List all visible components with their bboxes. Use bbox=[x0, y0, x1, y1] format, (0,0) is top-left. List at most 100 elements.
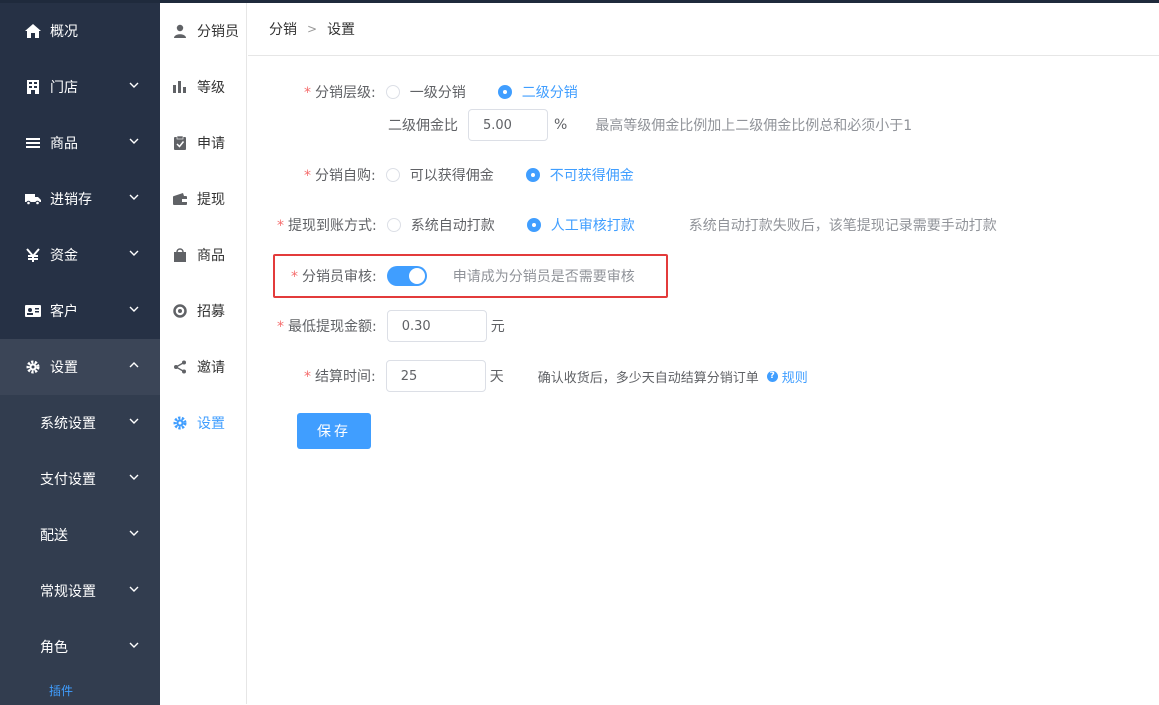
self-purchase-row: * 分销自购: 可以获得佣金 不可获得佣金 bbox=[304, 165, 666, 185]
chevron-down-icon bbox=[129, 138, 139, 144]
review-toggle[interactable] bbox=[386, 266, 427, 286]
withdraw-method-option-1[interactable]: 系统自动打款 bbox=[386, 215, 495, 235]
sidebar-item-label: 资金 bbox=[50, 248, 78, 264]
breadcrumb-parent[interactable]: 分销 bbox=[269, 19, 297, 39]
breadcrumb-separator: > bbox=[307, 22, 318, 36]
min-withdraw-unit: 元 bbox=[490, 319, 505, 335]
sidebar2-item-distributors[interactable]: 分销员 bbox=[160, 3, 246, 59]
settle-time-input[interactable]: 25 bbox=[385, 360, 486, 392]
level-option-1[interactable]: 一级分销 bbox=[385, 82, 466, 102]
truck-icon bbox=[25, 191, 41, 207]
chevron-down-icon bbox=[129, 250, 139, 256]
submenu-item-label: 角色 bbox=[40, 640, 68, 656]
withdraw-method-row: * 提现到账方式: 系统自动打款 人工审核打款 系统自动打款失败后，该笔提现记录需… bbox=[277, 215, 997, 235]
review-hint: 申请成为分销员是否需要审核 bbox=[452, 269, 635, 285]
settle-time-label: * 结算时间: bbox=[304, 369, 376, 385]
submenu-item-roles[interactable]: 角色 bbox=[0, 619, 160, 675]
settings-submenu: 系统设置 支付设置 配送 常规设置 角色 插件 bbox=[0, 395, 160, 705]
settle-time-hint: 确认收货后，多少天自动结算分销订单 bbox=[537, 370, 759, 386]
sidebar-item-label: 进销存 bbox=[50, 192, 92, 208]
settle-time-unit: 天 bbox=[489, 369, 504, 385]
chevron-down-icon bbox=[129, 586, 139, 592]
submenu-item-general-settings[interactable]: 常规设置 bbox=[0, 563, 160, 619]
secondary-sidebar: 分销员 等级 申请 提现 商品 招募 邀请 设置 bbox=[160, 3, 247, 704]
submenu-item-label: 系统设置 bbox=[40, 416, 96, 432]
sidebar-item-funds[interactable]: 资金 bbox=[0, 227, 160, 283]
rules-link[interactable]: 规则 bbox=[782, 367, 808, 386]
radio-dot bbox=[526, 218, 541, 232]
list-icon bbox=[25, 135, 41, 151]
chevron-down-icon bbox=[129, 82, 139, 88]
min-withdraw-input[interactable]: 0.30 bbox=[386, 310, 487, 342]
level-option-2[interactable]: 二级分销 bbox=[497, 82, 578, 102]
sidebar2-item-label: 设置 bbox=[197, 416, 225, 432]
submenu-item-label: 常规设置 bbox=[40, 584, 96, 600]
yen-icon bbox=[25, 247, 41, 263]
min-withdraw-row: * 最低提现金额: 0.30 元 bbox=[277, 310, 505, 342]
min-withdraw-label: * 最低提现金额: bbox=[277, 319, 377, 335]
review-label: * 分销员审核: bbox=[291, 269, 377, 285]
sidebar2-item-label: 分销员 bbox=[197, 24, 239, 40]
sidebar-item-label: 商品 bbox=[50, 136, 78, 152]
submenu-item-payment-settings[interactable]: 支付设置 bbox=[0, 451, 160, 507]
chevron-down-icon bbox=[129, 530, 139, 536]
sidebar-item-customers[interactable]: 客户 bbox=[0, 283, 160, 339]
submenu-item-system-settings[interactable]: 系统设置 bbox=[0, 395, 160, 451]
chevron-down-icon bbox=[129, 194, 139, 200]
gear-icon bbox=[172, 415, 188, 431]
chevron-down-icon bbox=[129, 418, 139, 424]
sidebar2-item-recruit[interactable]: 招募 bbox=[160, 283, 246, 339]
gear-icon bbox=[25, 359, 41, 375]
sidebar2-item-label: 招募 bbox=[197, 304, 225, 320]
wallet-icon bbox=[172, 191, 188, 207]
commission-unit: % bbox=[554, 117, 568, 133]
commission-input[interactable]: 5.00 bbox=[468, 109, 548, 141]
sidebar-item-store[interactable]: 门店 bbox=[0, 59, 160, 115]
chevron-down-icon bbox=[129, 642, 139, 648]
radio-dot bbox=[385, 168, 400, 182]
sidebar-item-label: 设置 bbox=[50, 360, 78, 376]
sidebar-item-overview[interactable]: 概况 bbox=[0, 3, 160, 59]
settle-time-row: * 结算时间: 25 天 确认收货后，多少天自动结算分销订单 ? 规则 bbox=[304, 360, 808, 392]
radio-dot bbox=[386, 218, 401, 232]
bag-icon bbox=[172, 247, 188, 263]
commission-hint: 最高等级佣金比例加上二级佣金比例总和必须小于1 bbox=[595, 118, 913, 134]
chevron-down-icon bbox=[129, 474, 139, 480]
self-purchase-option-1[interactable]: 可以获得佣金 bbox=[385, 165, 494, 185]
store-icon bbox=[25, 79, 41, 95]
sidebar2-item-label: 提现 bbox=[197, 192, 225, 208]
sidebar2-item-applications[interactable]: 申请 bbox=[160, 115, 246, 171]
breadcrumb: 分销 > 设置 bbox=[248, 3, 1159, 56]
commission-label: 二级佣金比 bbox=[388, 118, 458, 134]
submenu-item-plugins[interactable]: 插件 bbox=[0, 675, 160, 705]
self-purchase-option-2[interactable]: 不可获得佣金 bbox=[525, 165, 634, 185]
submenu-item-label: 支付设置 bbox=[40, 472, 96, 488]
sidebar2-item-settings[interactable]: 设置 bbox=[160, 395, 246, 451]
sidebar2-item-invite[interactable]: 邀请 bbox=[160, 339, 246, 395]
main-sidebar: 概况 门店 商品 进销存 资金 客户 设置 系统设置 支付设置 配送 常规设置 … bbox=[0, 3, 160, 705]
ring-icon bbox=[172, 303, 188, 319]
radio-dot bbox=[497, 85, 512, 99]
sidebar2-item-withdraw[interactable]: 提现 bbox=[160, 171, 246, 227]
help-icon[interactable]: ? bbox=[766, 370, 778, 382]
home-icon bbox=[25, 23, 41, 39]
sidebar2-item-products[interactable]: 商品 bbox=[160, 227, 246, 283]
sidebar-item-products[interactable]: 商品 bbox=[0, 115, 160, 171]
withdraw-method-label: * 提现到账方式: bbox=[277, 218, 377, 234]
chevron-down-icon bbox=[129, 306, 139, 312]
share-icon bbox=[172, 359, 188, 375]
review-row: * 分销员审核: 申请成为分销员是否需要审核 bbox=[291, 265, 635, 287]
sidebar-item-settings[interactable]: 设置 bbox=[0, 339, 160, 395]
breadcrumb-current: 设置 bbox=[327, 22, 356, 38]
user-icon bbox=[172, 23, 188, 39]
self-purchase-label: * 分销自购: bbox=[304, 168, 376, 184]
submenu-item-label: 配送 bbox=[40, 528, 68, 544]
withdraw-method-option-2[interactable]: 人工审核打款 bbox=[526, 215, 635, 235]
sidebar-item-inventory[interactable]: 进销存 bbox=[0, 171, 160, 227]
commission-row: 二级佣金比 5.00 % 最高等级佣金比例加上二级佣金比例总和必须小于1 bbox=[388, 109, 912, 141]
save-button[interactable]: 保存 bbox=[297, 413, 371, 449]
sidebar-item-label: 客户 bbox=[50, 304, 78, 320]
sidebar2-item-label: 申请 bbox=[197, 136, 225, 152]
submenu-item-delivery[interactable]: 配送 bbox=[0, 507, 160, 563]
sidebar2-item-levels[interactable]: 等级 bbox=[160, 59, 246, 115]
